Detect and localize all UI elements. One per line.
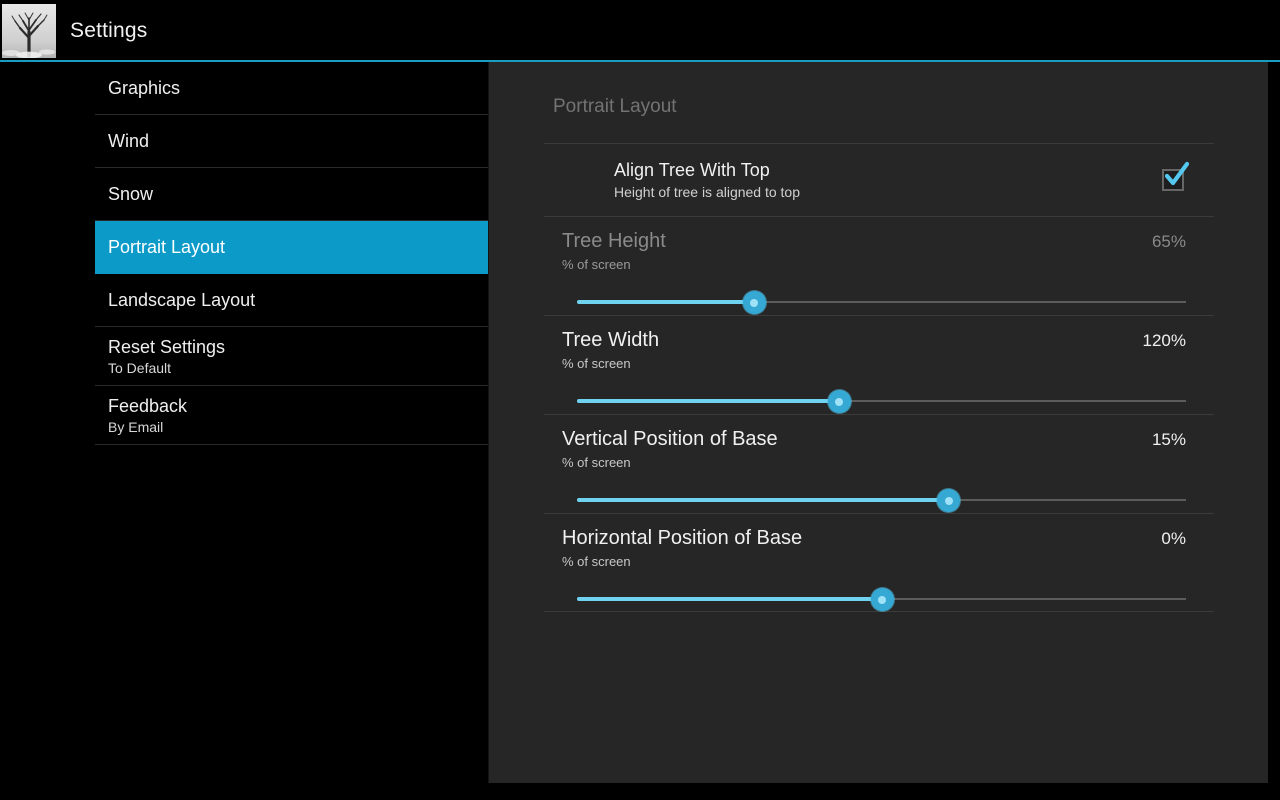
- preference-value: 15%: [1151, 430, 1186, 449]
- app-title: Settings: [70, 18, 148, 42]
- preference-value: 0%: [1161, 529, 1186, 548]
- slider-fill: [577, 300, 754, 304]
- action-bar: Settings: [0, 0, 1280, 61]
- preference-summary: % of screen: [562, 257, 631, 272]
- align-tree-with-top-checkbox[interactable]: [1162, 161, 1190, 191]
- preference-title: Tree Width: [562, 329, 660, 351]
- slider-thumb[interactable]: [742, 291, 766, 314]
- checkmark-icon: [1164, 161, 1190, 186]
- preference-value: 120%: [1142, 331, 1186, 350]
- sidebar-item-label: Landscape Layout: [108, 290, 256, 310]
- preference-row-tree-height[interactable]: Tree Height 65% % of screen: [544, 216, 1214, 315]
- preference-title: Align Tree With Top: [614, 159, 770, 180]
- sidebar-item-label: Portrait Layout: [108, 237, 226, 257]
- preference-texts: Align Tree With Top Height of tree is al…: [614, 159, 1162, 202]
- preference-title: Tree Height: [562, 230, 666, 252]
- slider-header: Tree Height 65%: [544, 229, 1214, 254]
- horizontal-position-slider[interactable]: [577, 586, 1186, 612]
- preference-summary: Height of tree is aligned to top: [614, 183, 801, 200]
- preference-summary: % of screen: [562, 455, 631, 470]
- preference-list: Align Tree With Top Height of tree is al…: [544, 143, 1214, 612]
- sidebar-item-label: Wind: [108, 131, 150, 151]
- preference-value: 65%: [1151, 232, 1186, 251]
- sidebar-item-reset-settings[interactable]: Reset Settings To Default: [95, 327, 488, 386]
- slider-fill: [577, 399, 839, 403]
- preference-panel: Portrait Layout Align Tree With Top Heig…: [488, 62, 1268, 783]
- sidebar-item-snow[interactable]: Snow: [95, 168, 488, 221]
- preference-row-align-tree-with-top[interactable]: Align Tree With Top Height of tree is al…: [544, 143, 1214, 216]
- sidebar-item-sublabel: To Default: [108, 359, 172, 376]
- slider-thumb[interactable]: [827, 390, 851, 413]
- sidebar-item-label: Graphics: [108, 78, 181, 98]
- sidebar-item-graphics[interactable]: Graphics: [95, 62, 488, 115]
- slider-header: Tree Width 120%: [544, 328, 1214, 353]
- preference-summary: % of screen: [562, 554, 631, 569]
- sidebar-item-landscape-layout[interactable]: Landscape Layout: [95, 274, 488, 327]
- slider-thumb[interactable]: [937, 489, 961, 512]
- sidebar-item-feedback[interactable]: Feedback By Email: [95, 386, 488, 445]
- slider-header: Horizontal Position of Base 0%: [544, 526, 1214, 551]
- slider-thumb[interactable]: [870, 588, 894, 611]
- sidebar-item-label: Feedback: [108, 395, 188, 416]
- tree-height-slider[interactable]: [577, 289, 1186, 315]
- sidebar-item-label: Reset Settings: [108, 336, 226, 357]
- tree-width-slider[interactable]: [577, 388, 1186, 414]
- settings-sidebar: Graphics Wind Snow Portrait Layout Lands…: [0, 62, 488, 800]
- snowy-tree-app-icon[interactable]: [2, 3, 56, 58]
- preference-title: Horizontal Position of Base: [562, 527, 803, 549]
- sidebar-item-sublabel: By Email: [108, 418, 164, 435]
- slider-fill: [577, 498, 949, 502]
- sidebar-item-label: Snow: [108, 184, 154, 204]
- settings-screen: Settings Graphics Wind Snow Portrait Lay…: [0, 0, 1280, 800]
- preference-row-horizontal-position-of-base[interactable]: Horizontal Position of Base 0% % of scre…: [544, 513, 1214, 612]
- preference-row-tree-width[interactable]: Tree Width 120% % of screen: [544, 315, 1214, 414]
- sidebar-item-portrait-layout[interactable]: Portrait Layout: [95, 221, 488, 274]
- slider-fill: [577, 597, 882, 601]
- vertical-position-slider[interactable]: [577, 487, 1186, 513]
- sidebar-item-wind[interactable]: Wind: [95, 115, 488, 168]
- panel-title: Portrait Layout: [553, 96, 677, 117]
- preference-row-vertical-position-of-base[interactable]: Vertical Position of Base 15% % of scree…: [544, 414, 1214, 513]
- slider-header: Vertical Position of Base 15%: [544, 427, 1214, 452]
- preference-summary: % of screen: [562, 356, 631, 371]
- preference-title: Vertical Position of Base: [562, 428, 778, 450]
